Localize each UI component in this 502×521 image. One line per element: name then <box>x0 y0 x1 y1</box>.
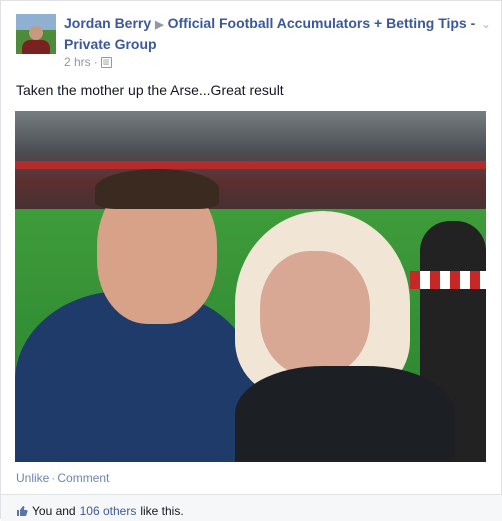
comment-link[interactable]: Comment <box>57 471 109 485</box>
post-message: Taken the mother up the Arse...Great res… <box>16 82 284 98</box>
author-name-link[interactable]: Jordan Berry <box>64 15 151 31</box>
post-options-chevron-icon[interactable]: ⌄ <box>481 17 491 31</box>
avatar-head <box>29 26 43 40</box>
unlike-link[interactable]: Unlike <box>16 471 49 485</box>
likes-summary: You and 106 others like this. <box>16 504 184 518</box>
likes-suffix: like this. <box>140 504 184 518</box>
post-actions: Unlike · Comment <box>16 471 109 485</box>
post-timestamp[interactable]: 2 hrs <box>64 55 91 69</box>
meta-separator: · <box>93 55 98 69</box>
thumbs-up-icon <box>16 505 28 517</box>
woman-coat <box>235 366 455 462</box>
others-likes-link[interactable]: 106 others <box>80 504 137 518</box>
author-avatar[interactable] <box>16 14 56 54</box>
post-header: Jordan Berry ▶ Official Football Accumulat… <box>64 14 484 54</box>
post-photo[interactable] <box>15 111 486 462</box>
avatar-body <box>22 40 50 54</box>
woman-face <box>260 251 370 376</box>
action-separator: · <box>51 471 56 485</box>
post-meta: 2 hrs · ▥ <box>64 55 112 69</box>
triangle-right-icon: ▶ <box>155 19 164 31</box>
man-hair <box>95 169 219 209</box>
scarf <box>410 271 486 289</box>
members-icon[interactable]: ▥ <box>100 56 112 68</box>
feed-post: Jordan Berry ▶ Official Football Accumulat… <box>0 0 502 521</box>
likes-prefix: You and <box>32 504 76 518</box>
stadium-banner <box>15 161 486 169</box>
